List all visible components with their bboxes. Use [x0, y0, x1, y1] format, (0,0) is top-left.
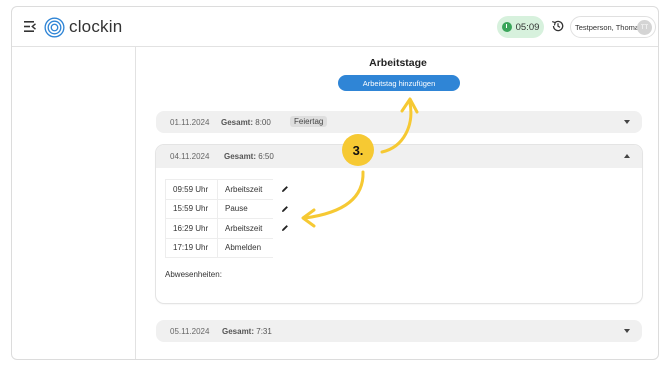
- clockin-logo-icon: [44, 16, 65, 38]
- entry-time: 15:59 Uhr: [165, 198, 218, 219]
- holiday-badge: Feiertag: [290, 116, 328, 127]
- workday-date: 01.11.2024: [170, 118, 210, 127]
- history-icon[interactable]: [551, 19, 565, 33]
- entry-type: Pause: [217, 198, 273, 219]
- entry-time: 16:29 Uhr: [165, 218, 218, 239]
- pencil-icon: [281, 225, 288, 232]
- sidebar: [12, 47, 136, 359]
- entry-type: Arbeitszeit: [217, 218, 273, 239]
- pencil-icon: [281, 186, 288, 193]
- user-name: Testperson, Thomas: [575, 22, 643, 32]
- entry-type: Abmelden: [217, 237, 273, 258]
- app-window: clockin 05:09 Testperson, Thomas TT Arbe…: [11, 6, 659, 360]
- entry-type: Arbeitszeit: [217, 179, 273, 200]
- absences-label: Abwesenheiten:: [165, 270, 222, 279]
- pencil-icon: [281, 205, 288, 212]
- tutorial-step-badge: 3.: [342, 134, 374, 166]
- edit-entry-button[interactable]: [273, 180, 297, 200]
- workday-total: Gesamt: 6:50: [224, 152, 274, 161]
- table-row: 16:29 Uhr Arbeitszeit: [165, 218, 297, 239]
- add-workday-button[interactable]: Arbeitstag hinzufügen: [338, 75, 460, 91]
- workday-date: 04.11.2024: [170, 152, 210, 161]
- time-tracking-timer[interactable]: 05:09: [497, 16, 544, 38]
- logo[interactable]: clockin: [44, 16, 122, 38]
- workday-header[interactable]: 04.11.2024 Gesamt: 6:50: [156, 145, 642, 168]
- table-row: 17:19 Uhr Abmelden: [165, 237, 297, 258]
- workday-date: 05.11.2024: [170, 327, 210, 336]
- workday-total: Gesamt: 7:31: [222, 327, 272, 336]
- timer-value: 05:09: [515, 21, 540, 33]
- chevron-down-icon[interactable]: [624, 120, 630, 124]
- chevron-down-icon[interactable]: [624, 329, 630, 333]
- user-menu[interactable]: Testperson, Thomas TT: [570, 16, 656, 38]
- entry-time: 09:59 Uhr: [165, 179, 218, 200]
- time-entries-table: 09:59 Uhr Arbeitszeit 15:59 Uhr Pause 16…: [165, 179, 297, 258]
- entry-time: 17:19 Uhr: [165, 237, 218, 258]
- workday-card[interactable]: 05.11.2024 Gesamt: 7:31: [156, 320, 642, 342]
- table-row: 15:59 Uhr Pause: [165, 198, 297, 219]
- table-row: 09:59 Uhr Arbeitszeit: [165, 179, 297, 200]
- workday-card[interactable]: 01.11.2024 Gesamt: 8:00 Feiertag: [156, 111, 642, 133]
- edit-entry-button[interactable]: [273, 219, 297, 239]
- edit-entry-button[interactable]: [273, 199, 297, 219]
- workday-total: Gesamt: 8:00: [221, 118, 271, 127]
- page-title: Arbeitstage: [369, 57, 427, 69]
- chevron-up-icon[interactable]: [624, 154, 630, 158]
- workday-card-expanded: 04.11.2024 Gesamt: 6:50 09:59 Uhr Arbeit…: [156, 145, 642, 303]
- logo-text: clockin: [69, 17, 123, 36]
- menu-collapse-icon[interactable]: [24, 21, 36, 32]
- clock-icon: [501, 22, 512, 32]
- avatar: TT: [637, 20, 652, 35]
- top-bar: clockin 05:09 Testperson, Thomas TT: [12, 7, 658, 47]
